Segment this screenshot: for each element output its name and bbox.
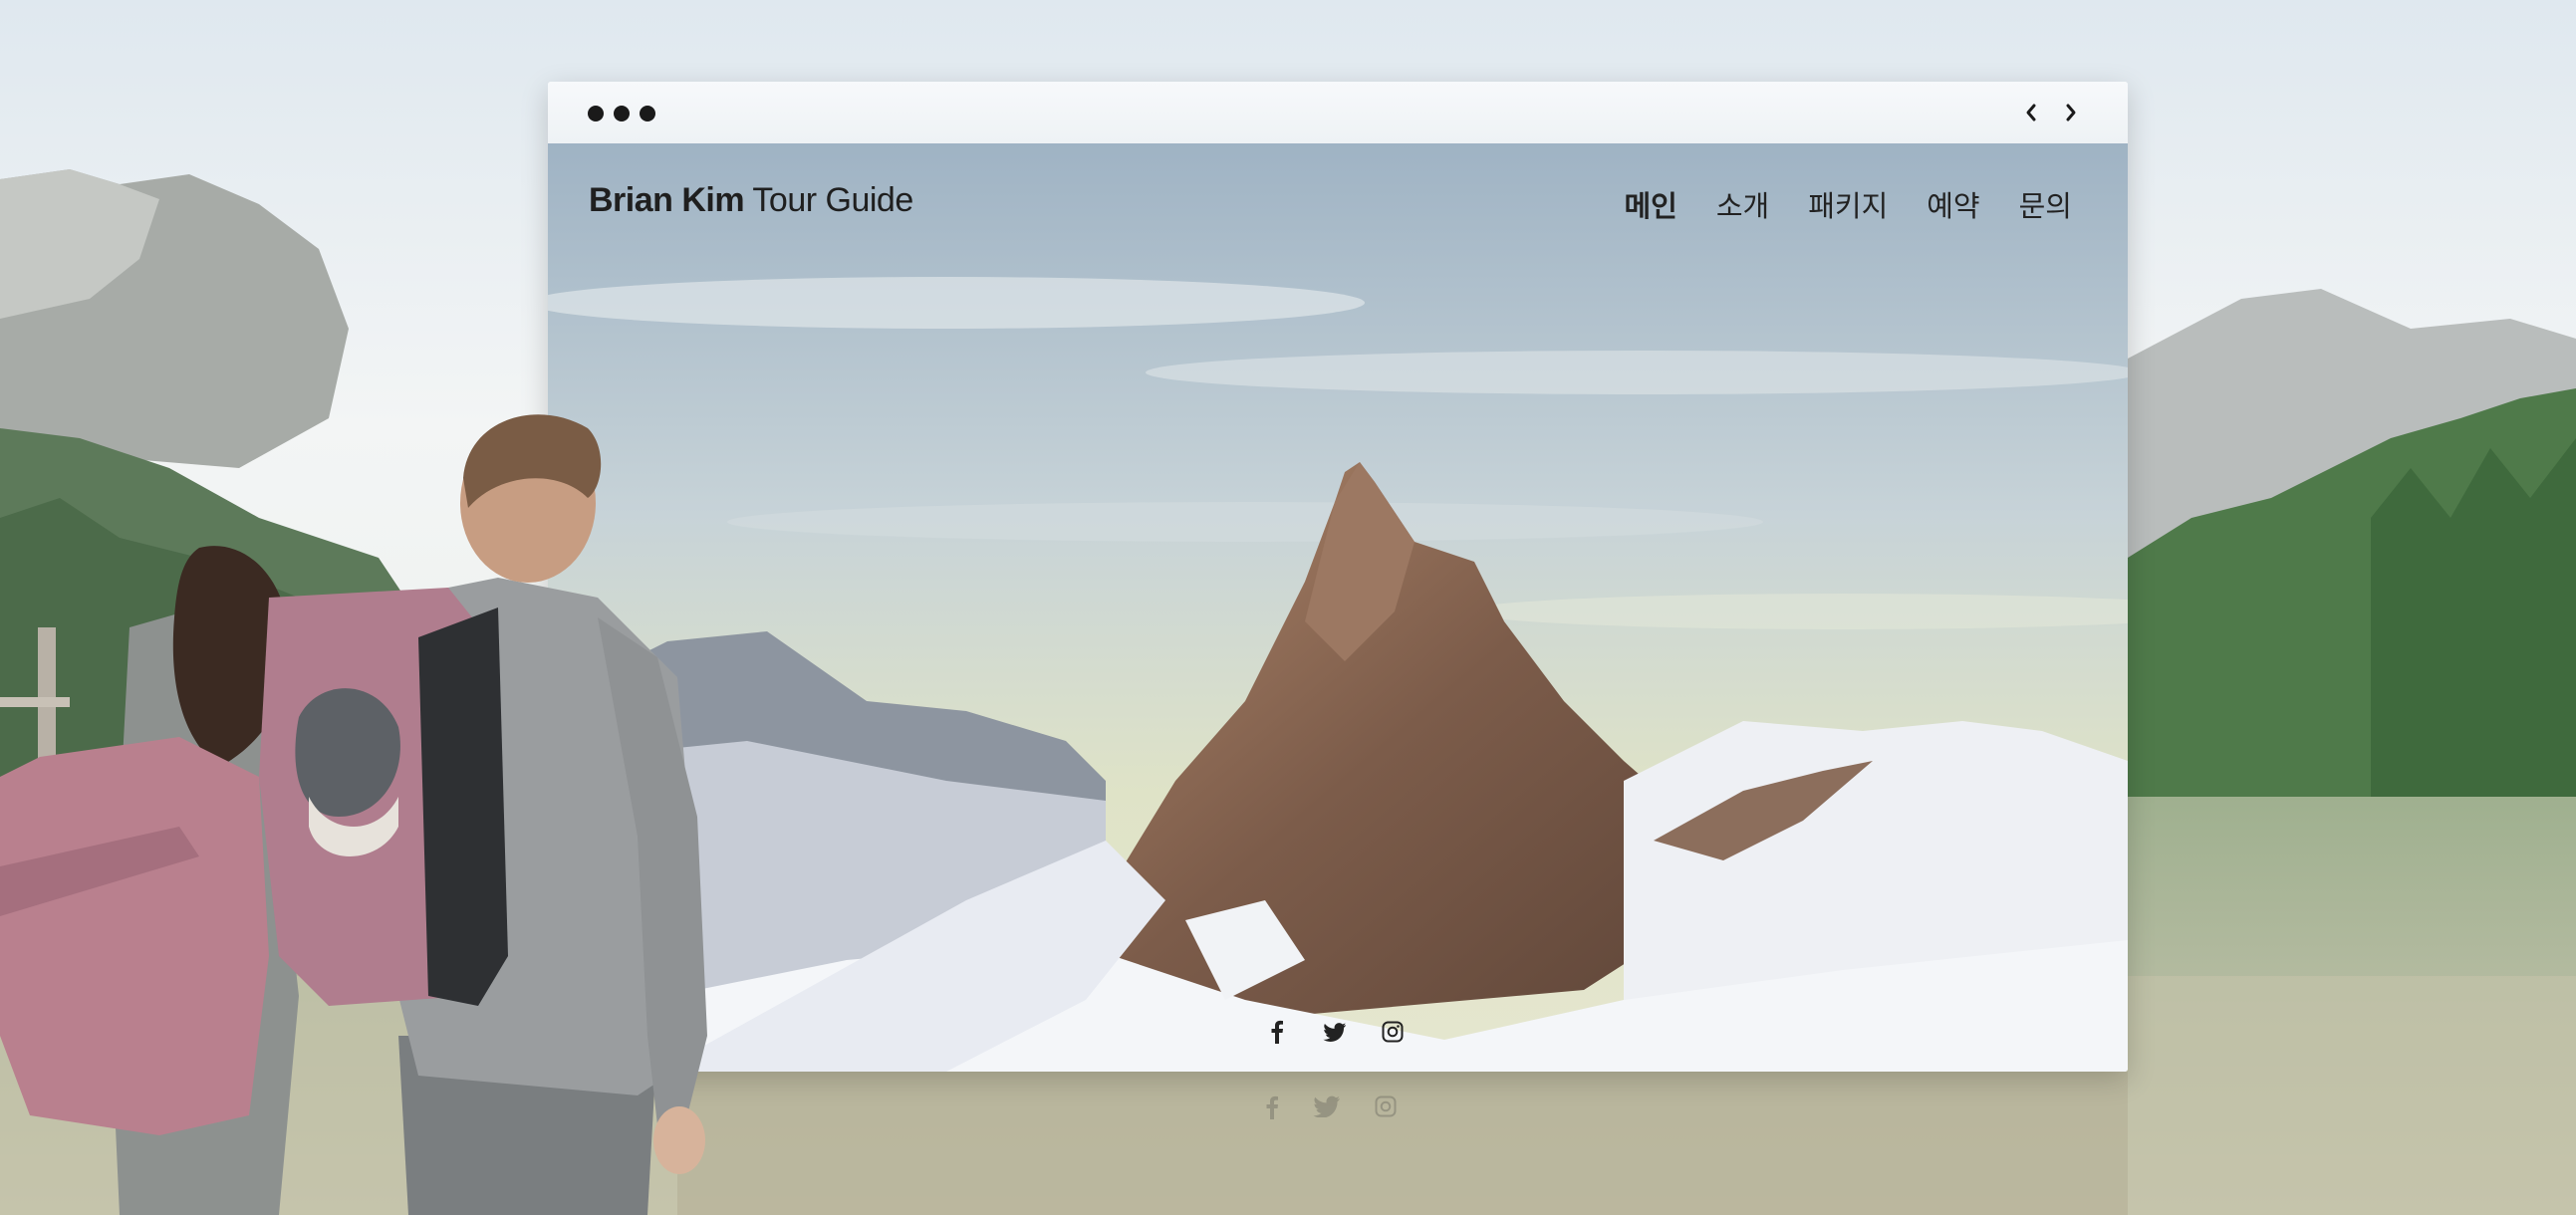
instagram-icon[interactable] [1381,1020,1405,1044]
window-controls [588,106,655,122]
site-logo[interactable]: Brian Kim Tour Guide [589,181,913,220]
site-header: Brian Kim Tour Guide 메인 소개 패키지 예약 문의 [548,143,2128,263]
forward-icon[interactable] [2058,98,2084,127]
logo-name: Brian Kim [589,181,745,219]
nav-item-contact[interactable]: 문의 [2019,183,2072,225]
browser-toolbar [548,82,2128,143]
twitter-icon[interactable] [1323,1020,1347,1044]
window-dot [588,106,604,122]
social-icons-reflection [1265,1095,1397,1123]
main-navigation: 메인 소개 패키지 예약 문의 [1624,183,2072,225]
twitter-icon [1313,1095,1341,1123]
logo-tagline: Tour Guide [744,181,913,219]
browser-window: Brian Kim Tour Guide 메인 소개 패키지 예약 문의 [548,82,2128,1072]
nav-item-main[interactable]: 메인 [1624,183,1676,225]
site-viewport: Brian Kim Tour Guide 메인 소개 패키지 예약 문의 [548,143,2128,1072]
window-dot [640,106,655,122]
window-dot [614,106,630,122]
history-controls [2018,98,2084,127]
facebook-icon [1265,1095,1279,1123]
back-icon[interactable] [2018,98,2044,127]
social-links [1265,1020,1405,1044]
hero-scene: Brian Kim Tour Guide 메인 소개 패키지 예약 문의 [0,0,2576,1215]
hikers-illustration [0,414,707,1215]
nav-item-about[interactable]: 소개 [1716,183,1769,225]
nav-item-booking[interactable]: 예약 [1927,183,1979,225]
hero-mountain-image [548,143,2128,1072]
facebook-icon[interactable] [1265,1020,1289,1044]
nav-item-packages[interactable]: 패키지 [1808,183,1888,225]
instagram-icon [1375,1095,1397,1123]
